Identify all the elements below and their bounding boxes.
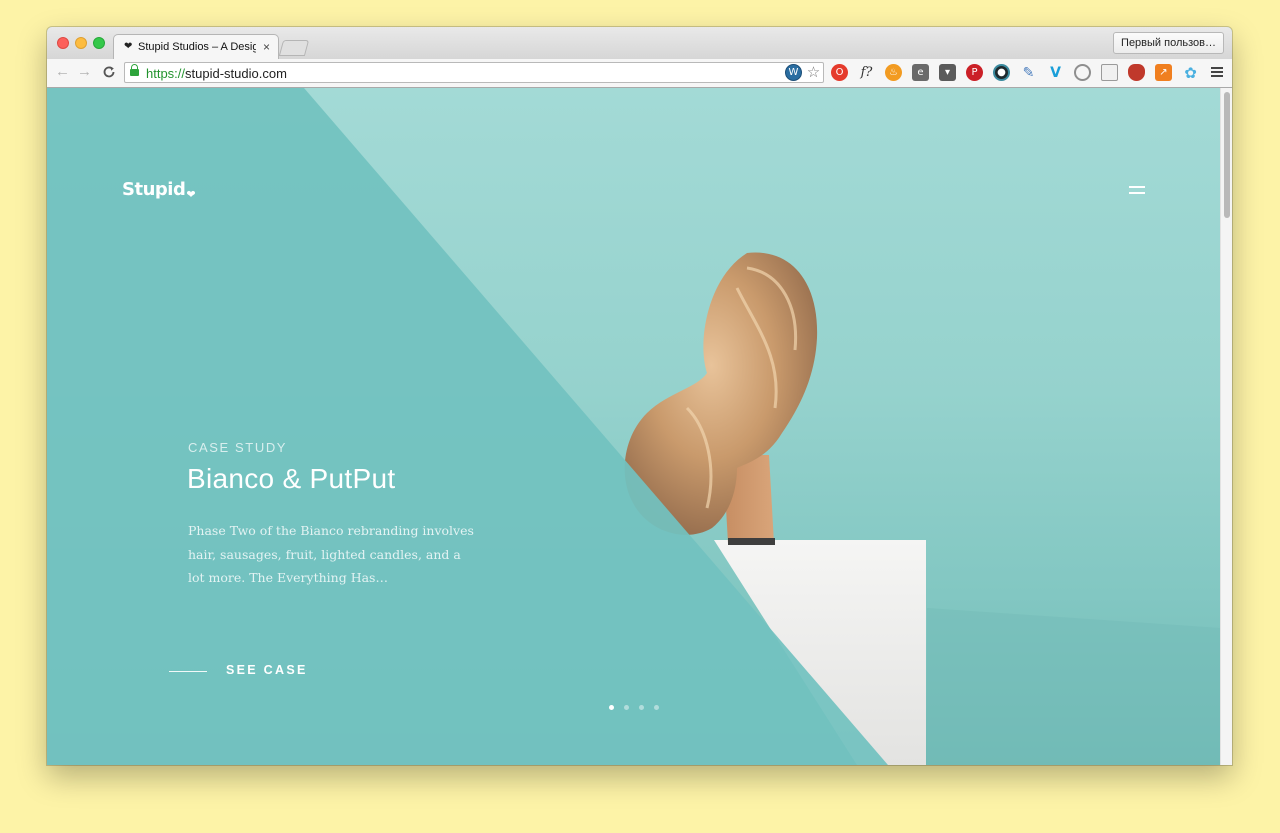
minimize-window-button[interactable] bbox=[75, 37, 87, 49]
eyedropper-icon[interactable]: ✎ bbox=[1020, 64, 1037, 81]
flower-icon[interactable]: ✿ bbox=[1182, 64, 1199, 82]
url-text[interactable]: https://stupid-studio.com bbox=[146, 66, 287, 81]
browser-window: ❤ Stupid Studios – A Design × Первый пол… bbox=[47, 27, 1232, 765]
back-arrow-icon[interactable]: ← bbox=[55, 63, 70, 81]
tab-title: Stupid Studios – A Design bbox=[138, 41, 256, 53]
close-window-button[interactable] bbox=[57, 37, 69, 49]
vimeo-icon[interactable]: V bbox=[1047, 64, 1064, 81]
heart-logo-icon: ❤ bbox=[186, 188, 196, 201]
menu-icon[interactable] bbox=[1211, 67, 1223, 77]
address-bar[interactable]: https://stupid-studio.com W ☆ bbox=[124, 62, 824, 83]
slide-dot-3[interactable] bbox=[639, 705, 644, 710]
slide-dot-4[interactable] bbox=[654, 705, 659, 710]
panels-icon[interactable] bbox=[1101, 64, 1118, 81]
refresh-circle-icon[interactable] bbox=[1074, 64, 1091, 81]
font-detect-icon[interactable]: f? bbox=[858, 64, 875, 81]
slide-dot-1[interactable] bbox=[609, 705, 614, 710]
zoom-window-button[interactable] bbox=[93, 37, 105, 49]
bookmark-star-icon[interactable]: ☆ bbox=[806, 63, 821, 81]
heart-favicon-icon: ❤ bbox=[124, 41, 133, 52]
cta-line bbox=[169, 671, 207, 672]
case-study-description: Phase Two of the Bianco rebranding invol… bbox=[188, 523, 474, 585]
opera-icon[interactable]: O bbox=[831, 64, 848, 81]
fire-icon[interactable]: ♨ bbox=[885, 64, 902, 81]
vertical-scrollbar[interactable] bbox=[1220, 88, 1232, 765]
case-study-label: CASE STUDY bbox=[188, 440, 288, 455]
chart-icon[interactable]: ↗ bbox=[1155, 64, 1172, 81]
slide-dot-2[interactable] bbox=[624, 705, 629, 710]
heel-tip bbox=[728, 538, 775, 545]
case-study-title[interactable]: Bianco & PutPut bbox=[187, 463, 395, 495]
hamburger-menu-icon[interactable] bbox=[1129, 186, 1147, 196]
hair-artwork bbox=[624, 252, 818, 535]
page-viewport: Stupid❤ CASE STUDY Bianco & PutPut Phase… bbox=[47, 88, 1220, 765]
scrollbar-thumb[interactable] bbox=[1224, 92, 1230, 218]
forward-arrow-icon[interactable]: → bbox=[77, 63, 92, 81]
new-tab-button[interactable] bbox=[278, 40, 310, 56]
tab-strip: ❤ Stupid Studios – A Design × Первый пол… bbox=[47, 27, 1232, 60]
pocket-icon[interactable]: ▾ bbox=[939, 64, 956, 81]
wordpress-icon[interactable]: W bbox=[785, 64, 802, 81]
profile-button[interactable]: Первый пользов… bbox=[1113, 32, 1224, 54]
hero-artwork bbox=[47, 88, 1220, 765]
site-logo[interactable]: Stupid❤ bbox=[122, 179, 196, 201]
eye-icon[interactable]: ● bbox=[993, 64, 1010, 81]
lock-icon bbox=[130, 64, 139, 76]
reload-icon[interactable] bbox=[102, 63, 116, 84]
pinterest-icon[interactable]: P bbox=[966, 64, 983, 81]
tab-active[interactable]: ❤ Stupid Studios – A Design × bbox=[113, 34, 279, 60]
see-case-label: SEE CASE bbox=[226, 663, 308, 677]
evernote-icon[interactable]: e bbox=[912, 64, 929, 81]
tab-close-icon[interactable]: × bbox=[263, 40, 270, 54]
hat-icon[interactable] bbox=[1128, 64, 1145, 81]
toolbar: ← → https://stupid-studio.com W ☆ O f? ♨… bbox=[47, 59, 1232, 88]
slider-pagination bbox=[609, 705, 659, 710]
